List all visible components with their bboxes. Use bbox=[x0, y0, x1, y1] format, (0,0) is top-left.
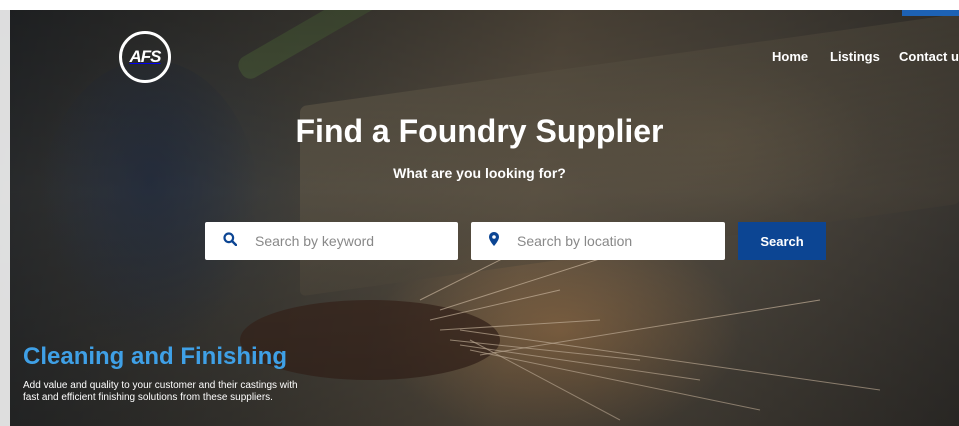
location-search-input[interactable] bbox=[515, 232, 699, 250]
nav-home[interactable]: Home bbox=[772, 49, 808, 64]
nav-listings[interactable]: Listings bbox=[830, 49, 880, 64]
main-nav: Home Listings Contact us bbox=[0, 49, 959, 67]
location-search-field[interactable] bbox=[471, 222, 725, 260]
page-subtitle: What are you looking for? bbox=[393, 165, 566, 181]
corner-accent bbox=[902, 10, 959, 16]
search-button[interactable]: Search bbox=[738, 222, 826, 260]
nav-contact[interactable]: Contact us bbox=[899, 49, 959, 64]
featured-category-title: Cleaning and Finishing bbox=[23, 343, 287, 370]
search-icon bbox=[223, 231, 238, 251]
left-edge bbox=[0, 10, 10, 426]
keyword-search-input[interactable] bbox=[253, 232, 437, 250]
keyword-search-field[interactable] bbox=[205, 222, 458, 260]
top-bar bbox=[0, 0, 959, 10]
location-pin-icon bbox=[489, 231, 499, 251]
featured-category-description: Add value and quality to your customer a… bbox=[23, 380, 298, 403]
page-title: Find a Foundry Supplier bbox=[295, 113, 664, 149]
